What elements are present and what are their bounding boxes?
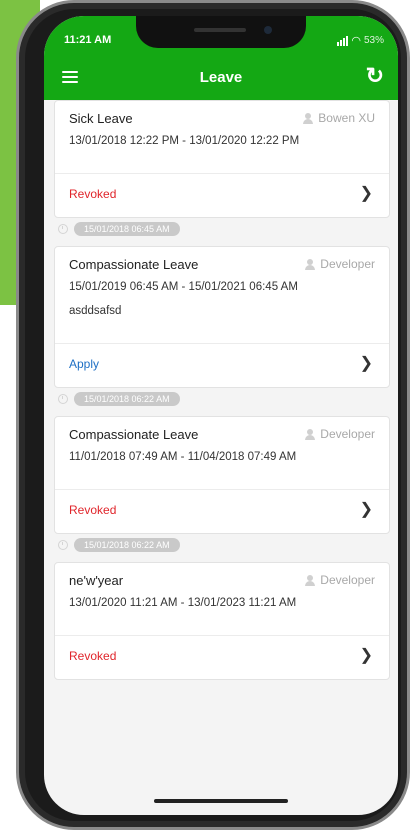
timestamp-separator: 15/01/2018 06:45 AM [58,222,180,236]
leave-description: asddsafsd [69,305,122,317]
leave-card: Compassionate Leave Developer 15/01/2019… [54,246,390,388]
timestamp-pill: 15/01/2018 06:22 AM [74,538,180,552]
timestamp-separator: 15/01/2018 06:22 AM [58,538,180,552]
clock-icon [58,540,68,550]
user-icon [305,428,316,440]
clock-icon [58,394,68,404]
refresh-icon[interactable]: ↻ [366,64,384,88]
leave-user: Bowen XU [303,111,375,125]
chevron-right-icon[interactable]: ❯ [360,645,373,665]
chevron-right-icon[interactable]: ❯ [360,353,373,373]
chevron-right-icon[interactable]: ❯ [360,183,373,203]
leave-type: ne'w'year [69,573,124,588]
app-screen: 11:21 AM ◠ 53% Leave ↻ Sick Leave Bowen … [44,16,398,815]
leave-status: Revoked [69,503,117,517]
leave-dates: 13/01/2018 12:22 PM - 13/01/2020 12:22 P… [69,135,300,147]
card-divider [55,489,389,490]
battery-percent: 53% [363,35,384,46]
clock-icon [58,224,68,234]
user-name: Developer [320,257,375,271]
leave-type: Compassionate Leave [69,427,199,442]
user-icon [305,258,316,270]
chevron-right-icon[interactable]: ❯ [360,499,373,519]
app-header: Leave ↻ [44,56,398,100]
leave-dates: 11/01/2018 07:49 AM - 11/04/2018 07:49 A… [69,451,297,463]
leave-card: ne'w'year Developer 13/01/2020 11:21 AM … [54,562,390,680]
leave-user: Developer [305,427,375,441]
user-icon [303,112,314,124]
leave-list: Sick Leave Bowen XU 13/01/2018 12:22 PM … [44,100,398,815]
leave-status: Revoked [69,649,117,663]
timestamp-pill: 15/01/2018 06:22 AM [74,392,180,406]
user-icon [305,574,316,586]
leave-user: Developer [305,573,375,587]
status-time: 11:21 AM [64,34,112,46]
speaker-grille [194,28,246,32]
leave-status: Revoked [69,187,117,201]
status-indicators: ◠ 53% [337,34,384,47]
timestamp-pill: 15/01/2018 06:45 AM [74,222,180,236]
card-divider [55,343,389,344]
front-camera [264,26,272,34]
home-indicator[interactable] [154,799,288,803]
leave-user: Developer [305,257,375,271]
wifi-icon: ◠ [351,35,361,47]
timestamp-separator: 15/01/2018 06:22 AM [58,392,180,406]
leave-type: Sick Leave [69,111,133,126]
card-divider [55,173,389,174]
page-title: Leave [199,69,243,86]
leave-type: Compassionate Leave [69,257,199,272]
user-name: Bowen XU [318,111,375,125]
user-name: Developer [320,573,375,587]
leave-dates: 13/01/2020 11:21 AM - 13/01/2023 11:21 A… [69,597,297,609]
user-name: Developer [320,427,375,441]
leave-card: Compassionate Leave Developer 11/01/2018… [54,416,390,534]
device-notch [136,16,306,48]
signal-icon [337,35,349,46]
leave-dates: 15/01/2019 06:45 AM - 15/01/2021 06:45 A… [69,281,298,293]
card-divider [55,635,389,636]
leave-card: Sick Leave Bowen XU 13/01/2018 12:22 PM … [54,100,390,218]
leave-status: Apply [69,357,100,371]
